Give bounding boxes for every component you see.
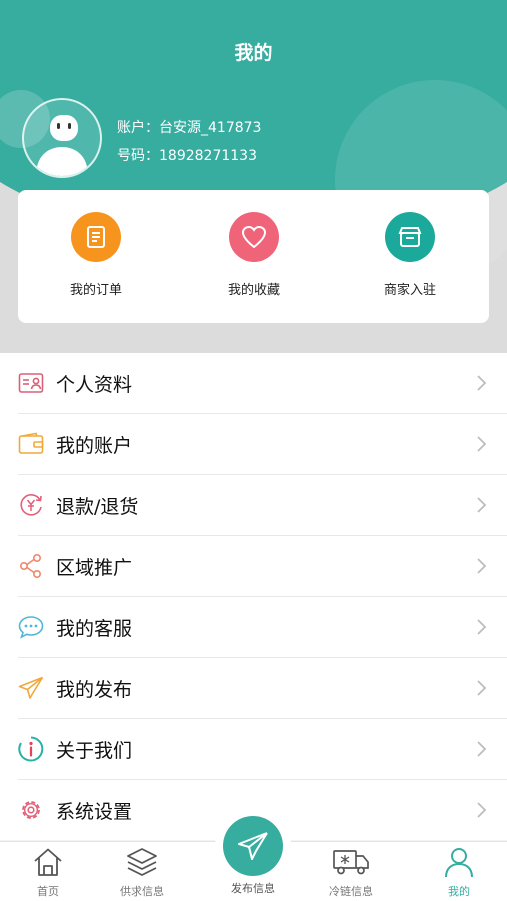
menu-item-label: 关于我们 xyxy=(56,740,133,762)
menu-item-profile[interactable]: 个人资料 xyxy=(18,353,507,414)
quick-action-label: 我的收藏 xyxy=(227,283,280,298)
quick-action-label: 商家入驻 xyxy=(383,283,436,298)
tab-mine[interactable]: 我的 xyxy=(419,846,499,899)
menu-item-promotion[interactable]: 区域推广 xyxy=(18,536,507,597)
layers-icon xyxy=(127,848,157,876)
chat-icon xyxy=(18,614,44,640)
chevron-right-icon xyxy=(477,741,487,757)
quick-actions-card: 我的订单 我的收藏 商家入驻 xyxy=(18,190,489,323)
chevron-right-icon xyxy=(477,619,487,635)
settings-menu: 个人资料 我的账户 退款/退货 区域推广 我的客服 我的发布 关于我们 系统设置 xyxy=(0,353,507,840)
chevron-right-icon xyxy=(477,375,487,391)
my-favorites-button[interactable]: 我的收藏 xyxy=(194,212,314,298)
tab-home[interactable]: 首页 xyxy=(8,846,88,899)
menu-item-my-posts[interactable]: 我的发布 xyxy=(18,658,507,719)
tab-cold-chain[interactable]: 冷链信息 xyxy=(311,846,391,899)
home-icon xyxy=(34,848,62,876)
tab-label: 首页 xyxy=(37,885,59,898)
menu-item-label: 我的客服 xyxy=(56,618,133,640)
tab-supply-demand[interactable]: 供求信息 xyxy=(102,846,182,899)
order-list-icon xyxy=(71,212,121,262)
store-icon xyxy=(385,212,435,262)
refund-icon xyxy=(18,492,44,518)
share-icon xyxy=(18,553,44,579)
account-name: 账户：台安源_417873 xyxy=(117,120,262,136)
menu-item-label: 区域推广 xyxy=(56,557,133,579)
menu-item-about-us[interactable]: 关于我们 xyxy=(18,719,507,780)
my-orders-button[interactable]: 我的订单 xyxy=(36,212,156,298)
truck-icon xyxy=(333,850,369,875)
menu-item-label: 系统设置 xyxy=(56,801,133,823)
quick-action-label: 我的订单 xyxy=(69,283,122,298)
wallet-icon xyxy=(18,431,44,457)
menu-item-label: 我的发布 xyxy=(56,679,133,701)
menu-item-customer-service[interactable]: 我的客服 xyxy=(18,597,507,658)
paper-plane-icon xyxy=(18,675,44,701)
menu-item-label: 退款/退货 xyxy=(56,496,139,518)
merchant-join-button[interactable]: 商家入驻 xyxy=(350,212,470,298)
page-title: 我的 xyxy=(234,42,273,64)
gear-icon xyxy=(18,797,44,823)
publish-label: 发布信息 xyxy=(231,882,275,895)
profile-card-icon xyxy=(18,370,44,396)
chevron-right-icon xyxy=(477,802,487,818)
phone-number: 号码：18928271133 xyxy=(117,148,257,164)
robot-avatar-icon xyxy=(36,115,88,176)
chevron-right-icon xyxy=(477,680,487,696)
user-icon xyxy=(445,848,473,878)
info-icon xyxy=(18,736,44,762)
tab-label: 冷链信息 xyxy=(329,885,373,898)
menu-item-label: 个人资料 xyxy=(56,374,133,396)
menu-item-account[interactable]: 我的账户 xyxy=(18,414,507,475)
chevron-right-icon xyxy=(477,436,487,452)
heart-icon xyxy=(229,212,279,262)
tab-label: 供求信息 xyxy=(120,885,164,898)
tab-label: 我的 xyxy=(448,885,470,898)
menu-item-refund[interactable]: 退款/退货 xyxy=(18,475,507,536)
chevron-right-icon xyxy=(477,497,487,513)
avatar[interactable] xyxy=(22,98,102,178)
chevron-right-icon xyxy=(477,558,487,574)
publish-button[interactable] xyxy=(223,816,283,876)
paper-plane-icon xyxy=(238,832,268,860)
menu-item-label: 我的账户 xyxy=(56,435,133,457)
